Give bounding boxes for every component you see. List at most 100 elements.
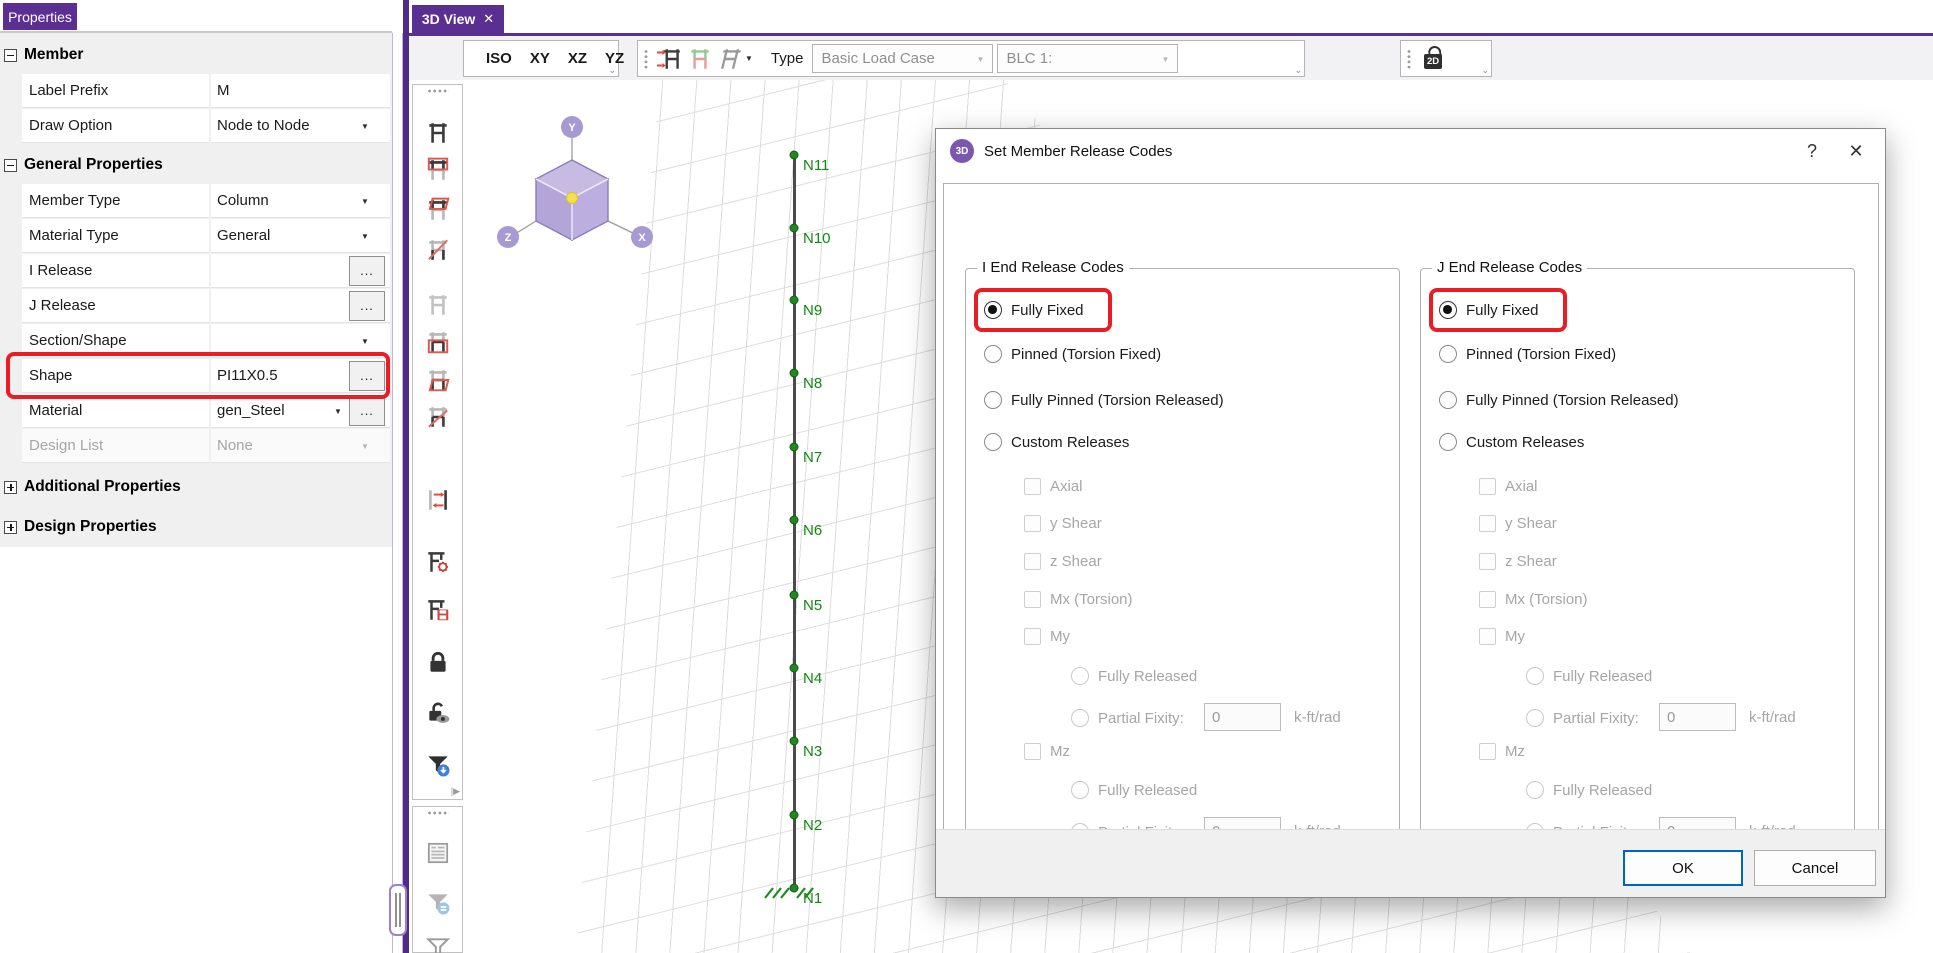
load-case-type-select[interactable]: Basic Load Case ▼: [812, 44, 993, 73]
chevron-down-icon[interactable]: ▼: [361, 337, 369, 346]
release-j-partial-icon[interactable]: [423, 365, 453, 395]
drag-handle-icon[interactable]: [1407, 49, 1411, 69]
member-release-pinned-icon[interactable]: [685, 44, 715, 74]
splitter-grip[interactable]: [389, 884, 407, 936]
radio-icon[interactable]: [1071, 667, 1089, 685]
collapse-icon[interactable]: [4, 49, 17, 62]
checkbox-mx-torsion[interactable]: Mx (Torsion): [1024, 587, 1133, 611]
xy-view-button[interactable]: XY: [521, 44, 559, 73]
xz-view-button[interactable]: XZ: [559, 44, 596, 73]
lock-2d-icon[interactable]: 2D: [1418, 44, 1448, 74]
radio-mz-fully-released[interactable]: Fully Released: [1526, 778, 1652, 802]
chevron-down-icon[interactable]: ▼: [334, 407, 342, 416]
drag-handle-icon[interactable]: [644, 49, 648, 69]
radio-icon[interactable]: [984, 391, 1002, 409]
radio-icon[interactable]: [1439, 391, 1457, 409]
radio-icon[interactable]: [1071, 781, 1089, 799]
drag-handle-icon[interactable]: [427, 811, 449, 815]
checkbox-y-shear[interactable]: y Shear: [1024, 511, 1102, 535]
release-j-pin-icon[interactable]: [423, 327, 453, 357]
radio-my-fully-released[interactable]: Fully Released: [1071, 664, 1197, 688]
toolbar-overflow-icon[interactable]: ⌄: [1481, 65, 1489, 76]
filter-apply-icon[interactable]: [423, 750, 453, 780]
iso-view-button[interactable]: ISO: [477, 44, 521, 73]
filter-outline-icon[interactable]: [423, 933, 453, 953]
collapse-icon[interactable]: [4, 159, 17, 172]
checkbox-icon[interactable]: [1024, 743, 1041, 760]
member-release-assign-icon[interactable]: [655, 44, 685, 74]
checkbox-icon[interactable]: [1479, 515, 1496, 532]
checkbox-z-shear[interactable]: z Shear: [1024, 549, 1102, 573]
checkbox-icon[interactable]: [1024, 591, 1041, 608]
drag-handle-icon[interactable]: [427, 89, 449, 93]
radio-icon[interactable]: [1526, 709, 1544, 727]
properties-tab[interactable]: Properties: [3, 3, 77, 30]
checkbox-axial[interactable]: Axial: [1479, 474, 1538, 498]
filter-equal-icon[interactable]: [423, 888, 453, 918]
report-icon[interactable]: [423, 838, 453, 868]
radio-pinned[interactable]: Pinned (Torsion Fixed): [984, 342, 1161, 366]
axis-cube-icon[interactable]: Y X Z: [488, 88, 688, 253]
member-release-custom-icon[interactable]: [715, 44, 745, 74]
radio-icon[interactable]: [1071, 709, 1089, 727]
panel-splitter-bar[interactable]: [403, 0, 409, 953]
radio-icon[interactable]: [984, 345, 1002, 363]
close-icon[interactable]: ✕: [1841, 137, 1871, 165]
label-prefix-field[interactable]: M: [211, 74, 390, 108]
dialog-titlebar[interactable]: 3D Set Member Release Codes: [936, 129, 1885, 173]
checkbox-icon[interactable]: [1479, 478, 1496, 495]
cancel-button[interactable]: Cancel: [1754, 850, 1876, 886]
checkbox-icon[interactable]: [1479, 743, 1496, 760]
checkbox-mz[interactable]: Mz: [1479, 739, 1525, 763]
chevron-down-icon[interactable]: ▼: [361, 197, 369, 206]
member-column[interactable]: [793, 152, 796, 888]
toolbar-overflow-icon[interactable]: ⌄: [608, 65, 616, 76]
radio-my-partial-fixity[interactable]: Partial Fixity:: [1526, 706, 1639, 730]
radio-icon[interactable]: [1439, 433, 1457, 451]
release-fixed-icon[interactable]: [423, 118, 453, 148]
checkbox-y-shear[interactable]: y Shear: [1479, 511, 1557, 535]
checkbox-mx-torsion[interactable]: Mx (Torsion): [1479, 587, 1588, 611]
release-i-pin-icon[interactable]: [423, 155, 453, 185]
release-j-released-icon[interactable]: [423, 402, 453, 432]
release-i-partial-icon[interactable]: [423, 195, 453, 225]
checkbox-icon[interactable]: [1479, 591, 1496, 608]
radio-icon[interactable]: [984, 301, 1002, 319]
radio-mz-fully-released[interactable]: Fully Released: [1071, 778, 1197, 802]
radio-icon[interactable]: [1439, 301, 1457, 319]
checkbox-mz[interactable]: Mz: [1024, 739, 1070, 763]
checkbox-icon[interactable]: [1479, 553, 1496, 570]
member-offset-icon[interactable]: [423, 485, 453, 515]
lock-icon[interactable]: [423, 647, 453, 677]
checkbox-my[interactable]: My: [1479, 624, 1525, 648]
chevron-down-icon[interactable]: ▼: [361, 232, 369, 241]
release-gray-icon[interactable]: [423, 290, 453, 320]
tab-3d-view[interactable]: 3D View ✕: [412, 5, 504, 33]
member-save-icon[interactable]: [423, 595, 453, 625]
radio-my-fully-released[interactable]: Fully Released: [1526, 664, 1652, 688]
material-browse-button[interactable]: ...: [349, 396, 385, 426]
radio-custom-releases[interactable]: Custom Releases: [1439, 430, 1584, 454]
expand-icon[interactable]: [4, 481, 17, 494]
checkbox-icon[interactable]: [1479, 628, 1496, 645]
help-button[interactable]: ?: [1797, 137, 1827, 165]
my-partial-fixity-input[interactable]: [1204, 703, 1281, 731]
radio-fully-pinned[interactable]: Fully Pinned (Torsion Released): [984, 388, 1224, 412]
checkbox-icon[interactable]: [1024, 553, 1041, 570]
my-partial-fixity-input[interactable]: [1659, 703, 1736, 731]
j-release-browse-button[interactable]: ...: [349, 291, 385, 321]
checkbox-my[interactable]: My: [1024, 624, 1070, 648]
blc-select[interactable]: BLC 1: ▼: [997, 44, 1178, 73]
toolbar-expander-icon[interactable]: |▶: [451, 786, 460, 797]
checkbox-icon[interactable]: [1024, 628, 1041, 645]
checkbox-axial[interactable]: Axial: [1024, 474, 1083, 498]
checkbox-icon[interactable]: [1024, 478, 1041, 495]
ok-button[interactable]: OK: [1623, 850, 1743, 886]
member-settings-icon[interactable]: [423, 547, 453, 577]
toolbar-overflow-icon[interactable]: ⌄: [1294, 65, 1302, 76]
radio-fully-fixed[interactable]: Fully Fixed: [1439, 298, 1539, 322]
radio-fully-fixed[interactable]: Fully Fixed: [984, 298, 1084, 322]
release-i-released-icon[interactable]: [423, 235, 453, 265]
shape-browse-button[interactable]: ...: [349, 361, 385, 391]
radio-icon[interactable]: [984, 433, 1002, 451]
